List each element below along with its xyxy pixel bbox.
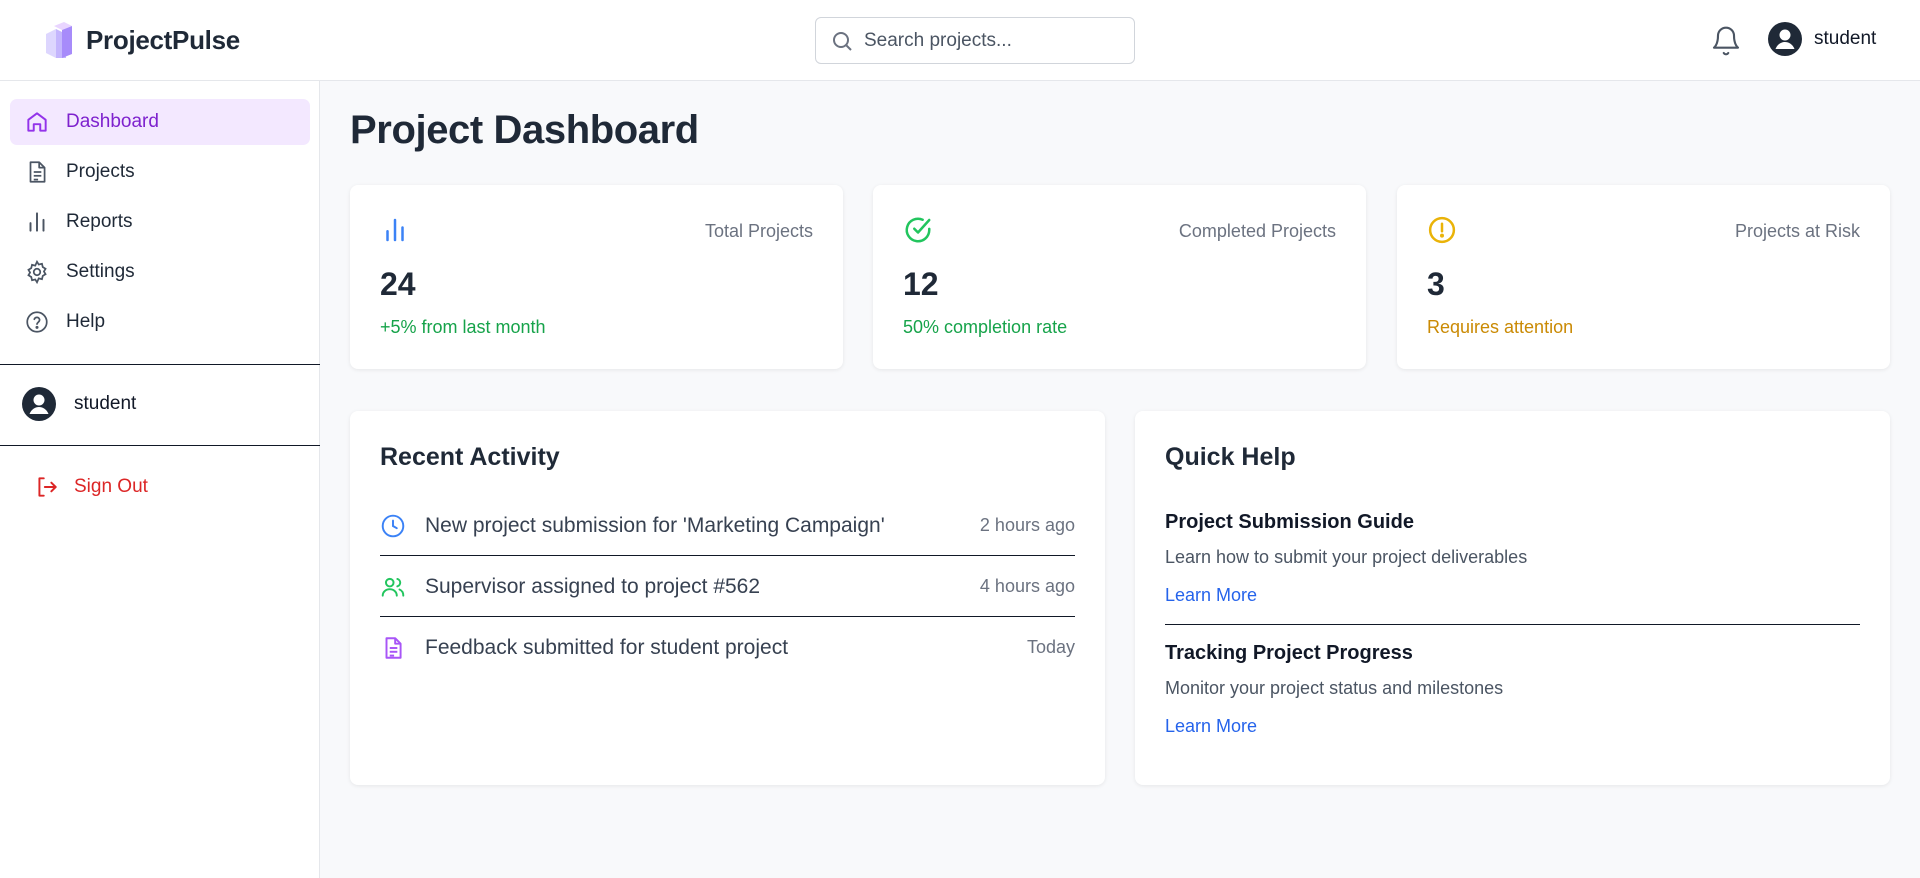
help-circle-icon — [26, 311, 48, 333]
activity-text: Feedback submitted for student project — [425, 635, 789, 659]
stat-card-projects-at-risk: Projects at Risk 3 Requires attention — [1397, 185, 1890, 369]
sidebar-item-label: Reports — [66, 211, 133, 232]
gear-icon — [27, 259, 47, 285]
sidebar-item-projects[interactable]: Projects — [10, 149, 310, 195]
activity-time: 4 hours ago — [979, 576, 1075, 596]
clock-icon — [381, 514, 405, 537]
stat-value: 24 — [380, 266, 416, 302]
search-box[interactable] — [815, 17, 1135, 64]
sign-out-icon — [38, 477, 57, 497]
stat-card-completed-projects: Completed Projects 12 50% completion rat… — [873, 185, 1366, 369]
app-logo[interactable]: ProjectPulse — [42, 20, 240, 60]
users-icon — [381, 577, 405, 597]
header-username: student — [1814, 28, 1877, 49]
sidebar-item-settings[interactable]: Settings — [10, 249, 310, 295]
top-header: ProjectPulse student — [0, 0, 1920, 81]
help-item-title: Project Submission Guide — [1165, 511, 1414, 533]
quick-help-panel: Quick Help Project Submission Guide Lear… — [1135, 411, 1890, 785]
avatar-icon — [1768, 22, 1802, 56]
stat-label: Projects at Risk — [1734, 221, 1860, 241]
activity-time: 2 hours ago — [979, 515, 1075, 535]
help-divider — [1165, 624, 1860, 625]
sidebar-username: student — [74, 393, 137, 414]
stat-label: Completed Projects — [1178, 221, 1336, 241]
stat-label: Total Projects — [704, 221, 813, 241]
sidebar-user[interactable]: student — [22, 387, 136, 421]
stat-value: 3 — [1427, 266, 1445, 302]
document-icon — [385, 636, 402, 659]
quick-help-title: Quick Help — [1165, 443, 1296, 471]
app-name: ProjectPulse — [86, 24, 240, 55]
activity-text: Supervisor assigned to project #562 — [425, 574, 761, 598]
bar-chart-icon — [386, 218, 404, 242]
stat-value: 12 — [903, 266, 939, 302]
home-icon — [27, 112, 47, 132]
activity-text: New project submission for 'Marketing Ca… — [425, 513, 885, 537]
learn-more-link[interactable]: Learn More — [1165, 716, 1257, 737]
recent-activity-panel: Recent Activity New project submission f… — [350, 411, 1105, 785]
activity-time: Today — [1026, 637, 1075, 657]
sign-out-label: Sign Out — [74, 476, 148, 497]
stat-note: +5% from last month — [380, 317, 546, 337]
activity-item[interactable]: New project submission for 'Marketing Ca… — [380, 495, 1075, 556]
stat-note: Requires attention — [1427, 317, 1574, 337]
sidebar-divider — [0, 445, 320, 446]
search-input[interactable] — [864, 29, 1124, 52]
user-menu[interactable]: student — [1768, 22, 1876, 56]
sidebar-item-label: Settings — [66, 261, 135, 282]
check-circle-icon — [905, 217, 931, 243]
avatar-icon — [22, 387, 56, 421]
activity-item[interactable]: Supervisor assigned to project #562 4 ho… — [380, 556, 1075, 617]
activity-item[interactable]: Feedback submitted for student project T… — [380, 617, 1075, 678]
help-item-description: Learn how to submit your project deliver… — [1165, 547, 1528, 567]
sidebar-item-label: Dashboard — [66, 111, 159, 132]
search-icon — [833, 31, 852, 51]
logo-icon — [46, 22, 72, 58]
help-item-title: Tracking Project Progress — [1165, 642, 1413, 664]
sidebar: Dashboard Projects Reports Settings Help… — [0, 81, 320, 878]
sidebar-item-reports[interactable]: Reports — [10, 199, 310, 245]
alert-circle-icon — [1428, 216, 1456, 244]
page-title: Project Dashboard — [350, 108, 699, 152]
document-icon — [29, 161, 46, 183]
bar-chart-icon — [29, 212, 45, 232]
help-item-description: Monitor your project status and mileston… — [1165, 678, 1504, 698]
recent-activity-title: Recent Activity — [380, 443, 560, 471]
bell-icon[interactable] — [1710, 24, 1742, 58]
sidebar-item-help[interactable]: Help — [10, 299, 310, 345]
sidebar-item-dashboard[interactable]: Dashboard — [10, 99, 310, 145]
sidebar-divider — [0, 364, 320, 365]
stat-note: 50% completion rate — [903, 317, 1068, 337]
sidebar-item-label: Help — [66, 311, 106, 332]
stat-card-total-projects: Total Projects 24 +5% from last month — [350, 185, 843, 369]
sidebar-item-label: Projects — [66, 161, 135, 182]
sign-out-button[interactable]: Sign Out — [34, 474, 148, 500]
learn-more-link[interactable]: Learn More — [1165, 585, 1257, 606]
